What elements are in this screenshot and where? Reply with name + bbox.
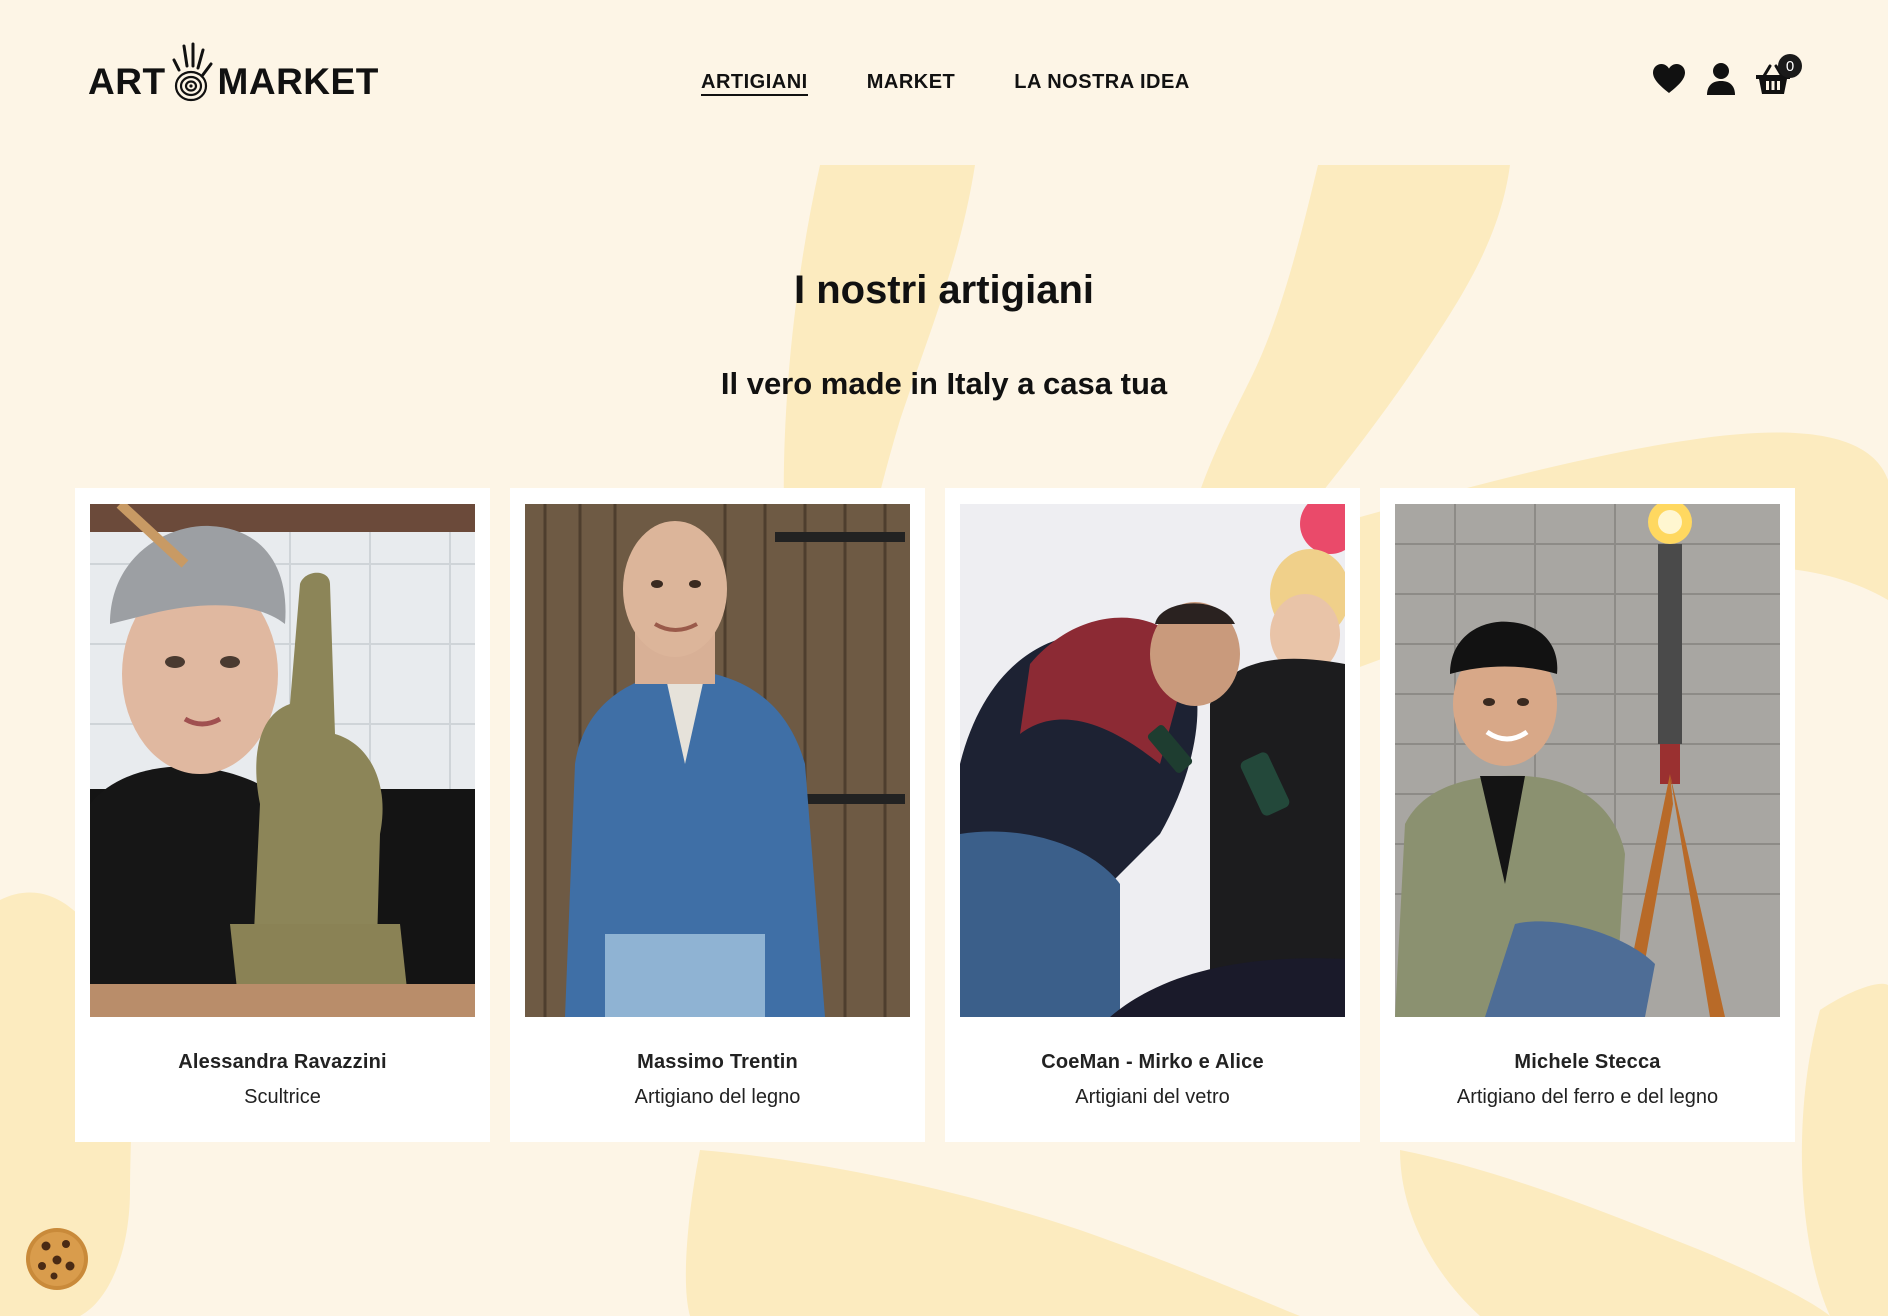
- artisan-card[interactable]: Massimo Trentin Artigiano del legno: [510, 488, 925, 1142]
- artisan-card[interactable]: Alessandra Ravazzini Scultrice: [75, 488, 490, 1142]
- artisan-cards: Alessandra Ravazzini Scultrice Massimo T…: [75, 488, 1795, 1142]
- heart-icon: [1653, 64, 1685, 93]
- main-nav: ARTIGIANI MARKET LA NOSTRA IDEA: [701, 70, 1190, 96]
- site-header: ART MARKET ARTIGIANI MARKET LA NOSTRA ID…: [0, 0, 1888, 165]
- logo-text-right: MARKET: [217, 61, 379, 102]
- logo-text-left: ART: [88, 61, 166, 102]
- artisan-card[interactable]: CoeMan - Mirko e Alice Artigiani del vet…: [945, 488, 1360, 1142]
- header-icons: 0: [1652, 54, 1802, 96]
- artisan-name: CoeMan - Mirko e Alice: [1041, 1051, 1264, 1073]
- cookie-settings-button[interactable]: [24, 1226, 90, 1292]
- artisan-card[interactable]: Michele Stecca Artigiano del ferro e del…: [1380, 488, 1795, 1142]
- nav-item-market[interactable]: MARKET: [867, 70, 956, 96]
- cart-count-badge: 0: [1778, 54, 1802, 78]
- artisan-role: Artigiani del vetro: [1075, 1086, 1230, 1108]
- nav-item-artigiani[interactable]: ARTIGIANI: [701, 70, 808, 96]
- artisan-name: Alessandra Ravazzini: [178, 1051, 387, 1073]
- page-subtitle: Il vero made in Italy a casa tua: [720, 366, 1168, 401]
- cookie-icon: [26, 1228, 88, 1290]
- nav-item-la-nostra-idea[interactable]: LA NOSTRA IDEA: [1014, 70, 1190, 96]
- account-button[interactable]: [1704, 62, 1738, 96]
- wishlist-button[interactable]: [1652, 62, 1686, 96]
- artisan-photo: [90, 504, 475, 1017]
- artisan-role: Artigiano del ferro e del legno: [1456, 1086, 1719, 1108]
- artisan-name: Massimo Trentin: [637, 1051, 798, 1073]
- artisan-name: Michele Stecca: [1514, 1051, 1661, 1073]
- artisan-photo: [525, 504, 910, 1017]
- artisan-role: Scultrice: [244, 1086, 321, 1108]
- artisan-photo: [1395, 504, 1780, 1017]
- logo[interactable]: ART MARKET: [88, 34, 379, 104]
- page: ART MARKET ARTIGIANI MARKET LA NOSTRA ID…: [0, 0, 1888, 1316]
- artisan-role: Artigiano del legno: [634, 1086, 801, 1108]
- user-icon: [1707, 63, 1735, 95]
- page-title: I nostri artigiani: [793, 268, 1095, 312]
- cart-button[interactable]: 0: [1756, 54, 1802, 96]
- handprint-icon: [172, 42, 213, 102]
- artisan-photo: [960, 504, 1345, 1017]
